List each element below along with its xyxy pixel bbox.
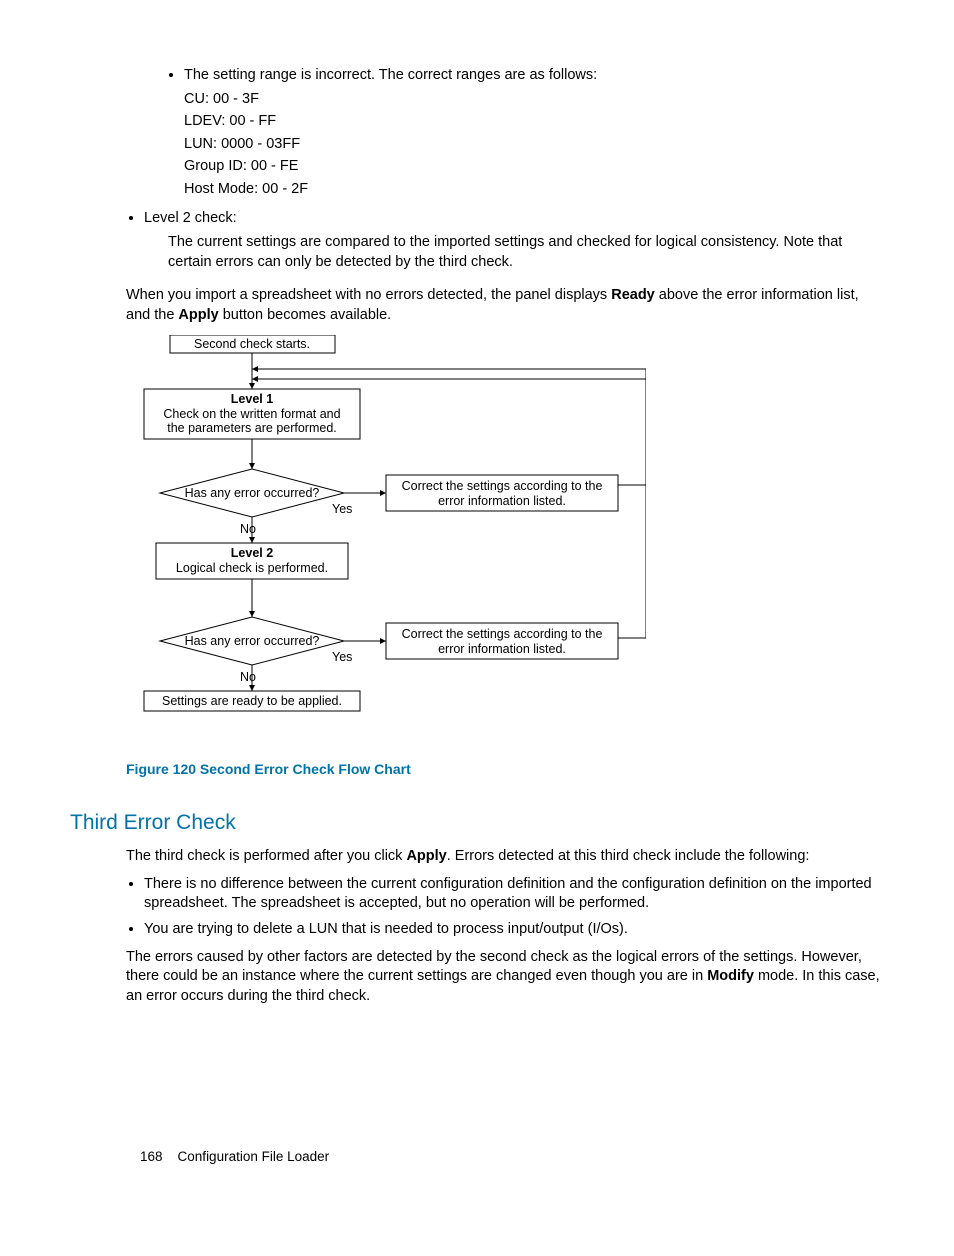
- svg-text:Yes: Yes: [332, 650, 352, 664]
- level2-label: Level 2 check:: [144, 210, 237, 226]
- setting-range-item: The setting range is incorrect. The corr…: [184, 66, 884, 199]
- third-intro-apply-bold: Apply: [406, 848, 446, 864]
- svg-text:No: No: [240, 670, 256, 684]
- svg-text:Level 1: Level 1: [231, 392, 273, 406]
- page-footer: 168 Configuration File Loader: [140, 1148, 329, 1166]
- flowchart-diagram: Second check starts. Level 1 Check on th…: [126, 335, 884, 740]
- third-error-check-heading: Third Error Check: [70, 809, 884, 837]
- import-post1: button becomes available.: [219, 307, 392, 323]
- range-lun: LUN: 0000 - 03FF: [184, 135, 884, 155]
- level2-list: Level 2 check: The current settings are …: [126, 209, 884, 272]
- svg-text:Yes: Yes: [332, 502, 352, 516]
- import-pre1: When you import a spreadsheet with no er…: [126, 287, 611, 303]
- third-intro-post: . Errors detected at this third check in…: [447, 848, 810, 864]
- svg-text:Settings are ready to be appli: Settings are ready to be applied.: [162, 694, 342, 708]
- svg-text:Correct the settings according: Correct the settings according to the: [402, 479, 603, 493]
- svg-text:Logical check is performed.: Logical check is performed.: [176, 561, 328, 575]
- import-paragraph: When you import a spreadsheet with no er…: [126, 286, 884, 325]
- third-intro-pre: The third check is performed after you c…: [126, 848, 406, 864]
- setting-range-list: The setting range is incorrect. The corr…: [166, 66, 884, 199]
- third-para2-modify-bold: Modify: [707, 968, 754, 984]
- level2-item: Level 2 check: The current settings are …: [144, 209, 884, 272]
- svg-text:Correct the settings according: Correct the settings according to the: [402, 627, 603, 641]
- third-bullets: There is no difference between the curre…: [126, 875, 884, 940]
- third-para2: The errors caused by other factors are d…: [126, 948, 884, 1007]
- range-cu: CU: 00 - 3F: [184, 90, 884, 110]
- svg-text:Has any error occurred?: Has any error occurred?: [185, 634, 320, 648]
- setting-range-intro: The setting range is incorrect. The corr…: [184, 67, 597, 83]
- svg-text:error information listed.: error information listed.: [438, 494, 566, 508]
- svg-text:Has any error occurred?: Has any error occurred?: [185, 486, 320, 500]
- range-groupid: Group ID: 00 - FE: [184, 157, 884, 177]
- svg-text:Level 2: Level 2: [231, 546, 273, 560]
- svg-text:the parameters are performed.: the parameters are performed.: [167, 421, 337, 435]
- third-bullet-1: There is no difference between the curre…: [144, 875, 884, 914]
- footer-section: Configuration File Loader: [178, 1149, 330, 1164]
- import-apply-bold: Apply: [178, 307, 218, 323]
- svg-text:Check on the written format an: Check on the written format and: [163, 407, 340, 421]
- import-ready-bold: Ready: [611, 287, 655, 303]
- page-number: 168: [140, 1149, 163, 1164]
- level2-body: The current settings are compared to the…: [168, 233, 884, 272]
- figure-caption: Figure 120 Second Error Check Flow Chart: [126, 760, 884, 779]
- svg-text:error information listed.: error information listed.: [438, 642, 566, 656]
- range-hostmode: Host Mode: 00 - 2F: [184, 180, 884, 200]
- range-ldev: LDEV: 00 - FF: [184, 112, 884, 132]
- svg-text:No: No: [240, 522, 256, 536]
- svg-text:Second check starts.: Second check starts.: [194, 337, 310, 351]
- third-bullet-2: You are trying to delete a LUN that is n…: [144, 920, 884, 940]
- third-intro-paragraph: The third check is performed after you c…: [126, 847, 884, 867]
